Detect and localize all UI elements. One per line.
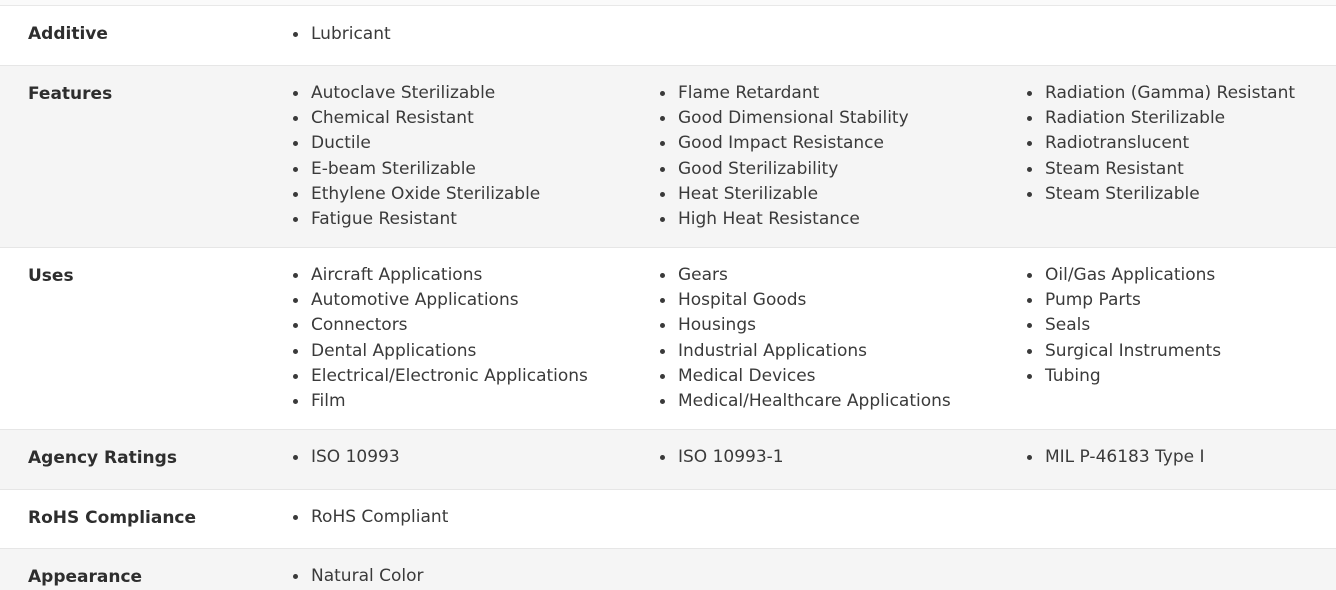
list-item: E-beam Sterilizable	[289, 157, 540, 182]
list-item: Good Dimensional Stability	[656, 106, 909, 131]
value-list: ISO 10993	[289, 445, 400, 470]
list-item: Good Impact Resistance	[656, 131, 909, 156]
row-label: Uses	[28, 266, 74, 286]
table-row-additive: Additive Lubricant	[0, 6, 1336, 66]
list-item: Aircraft Applications	[289, 263, 588, 288]
list-item: ISO 10993	[289, 445, 400, 470]
list-item: Seals	[1023, 313, 1221, 338]
list-item: Steam Resistant	[1023, 157, 1295, 182]
row-label: Additive	[28, 24, 108, 44]
table-row-agency-ratings: Agency Ratings ISO 10993 ISO 10993-1 MIL…	[0, 430, 1336, 490]
list-item: Autoclave Sterilizable	[289, 81, 540, 106]
list-item: Housings	[656, 313, 951, 338]
list-item: Film	[289, 389, 588, 414]
list-item: Natural Color	[289, 564, 424, 589]
table-row-features: Features Autoclave Sterilizable Chemical…	[0, 66, 1336, 248]
list-item: ISO 10993-1	[656, 445, 784, 470]
properties-table: Additive Lubricant Features Autoclave St…	[0, 6, 1336, 590]
list-item: Ductile	[289, 131, 540, 156]
value-list: Flame Retardant Good Dimensional Stabili…	[656, 81, 909, 232]
list-item: MIL P-46183 Type I	[1023, 445, 1205, 470]
list-item: Industrial Applications	[656, 339, 951, 364]
value-list: Natural Color	[289, 564, 424, 589]
list-item: Hospital Goods	[656, 288, 951, 313]
list-item: Lubricant	[289, 22, 391, 47]
value-list: Oil/Gas Applications Pump Parts Seals Su…	[1023, 263, 1221, 389]
row-label: Appearance	[28, 567, 143, 587]
value-list: Gears Hospital Goods Housings Industrial…	[656, 263, 951, 414]
list-item: Automotive Applications	[289, 288, 588, 313]
table-row-rohs-compliance: RoHS Compliance RoHS Compliant	[0, 490, 1336, 549]
list-item: Dental Applications	[289, 339, 588, 364]
row-label: Agency Ratings	[28, 448, 177, 468]
list-item: Tubing	[1023, 364, 1221, 389]
value-list: MIL P-46183 Type I	[1023, 445, 1205, 470]
list-item: Flame Retardant	[656, 81, 909, 106]
value-list: RoHS Compliant	[289, 505, 448, 530]
row-label: Features	[28, 84, 113, 104]
value-list: ISO 10993-1	[656, 445, 784, 470]
table-row-appearance: Appearance Natural Color	[0, 549, 1336, 590]
list-item: Pump Parts	[1023, 288, 1221, 313]
list-item: Heat Sterilizable	[656, 182, 909, 207]
value-list: Autoclave Sterilizable Chemical Resistan…	[289, 81, 540, 232]
list-item: Radiotranslucent	[1023, 131, 1295, 156]
value-list: Lubricant	[289, 22, 391, 47]
value-list: Radiation (Gamma) Resistant Radiation St…	[1023, 81, 1295, 207]
list-item: RoHS Compliant	[289, 505, 448, 530]
list-item: Gears	[656, 263, 951, 288]
list-item: Radiation (Gamma) Resistant	[1023, 81, 1295, 106]
list-item: Surgical Instruments	[1023, 339, 1221, 364]
list-item: Oil/Gas Applications	[1023, 263, 1221, 288]
list-item: Medical/Healthcare Applications	[656, 389, 951, 414]
list-item: Good Sterilizability	[656, 157, 909, 182]
value-list: Aircraft Applications Automotive Applica…	[289, 263, 588, 414]
list-item: Steam Sterilizable	[1023, 182, 1295, 207]
list-item: Medical Devices	[656, 364, 951, 389]
list-item: High Heat Resistance	[656, 207, 909, 232]
list-item: Fatigue Resistant	[289, 207, 540, 232]
list-item: Chemical Resistant	[289, 106, 540, 131]
list-item: Radiation Sterilizable	[1023, 106, 1295, 131]
row-label: RoHS Compliance	[28, 508, 197, 528]
list-item: Ethylene Oxide Sterilizable	[289, 182, 540, 207]
list-item: Electrical/Electronic Applications	[289, 364, 588, 389]
table-row-uses: Uses Aircraft Applications Automotive Ap…	[0, 248, 1336, 430]
list-item: Connectors	[289, 313, 588, 338]
